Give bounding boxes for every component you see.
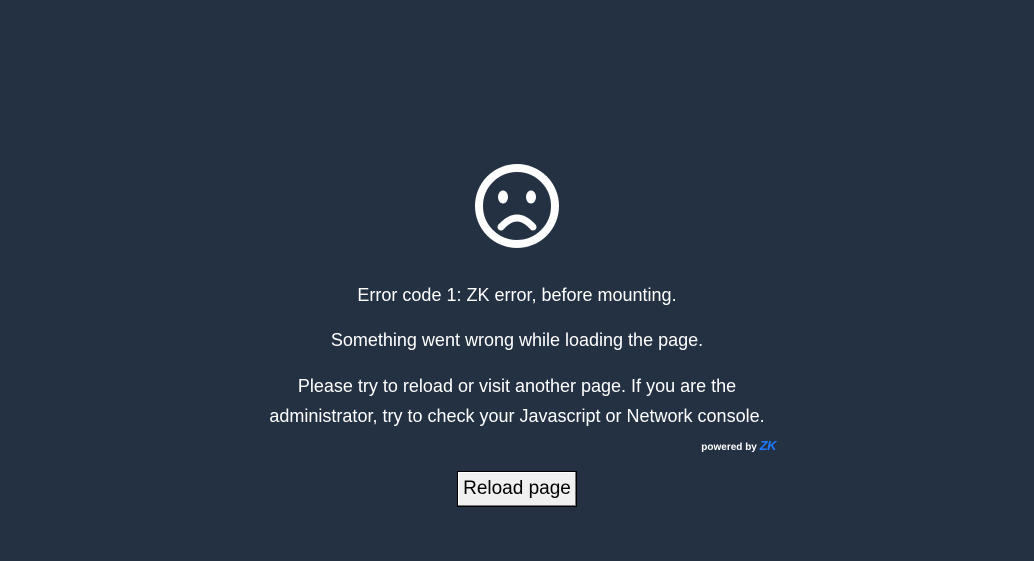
sad-face-icon: [474, 163, 560, 249]
reload-page-button[interactable]: Reload page: [457, 471, 577, 507]
zk-logo: ZK: [759, 438, 777, 453]
powered-by-label: powered by: [701, 442, 757, 453]
error-page: Error code 1: ZK error, before mounting.…: [0, 0, 1034, 561]
error-code-text: Error code 1: ZK error, before mounting.: [357, 285, 677, 305]
error-instructions-text: Please try to reload or visit another pa…: [269, 376, 765, 426]
error-summary-text: Something went wrong while loading the p…: [330, 330, 704, 350]
powered-by-zk: powered by ZK: [640, 438, 776, 456]
